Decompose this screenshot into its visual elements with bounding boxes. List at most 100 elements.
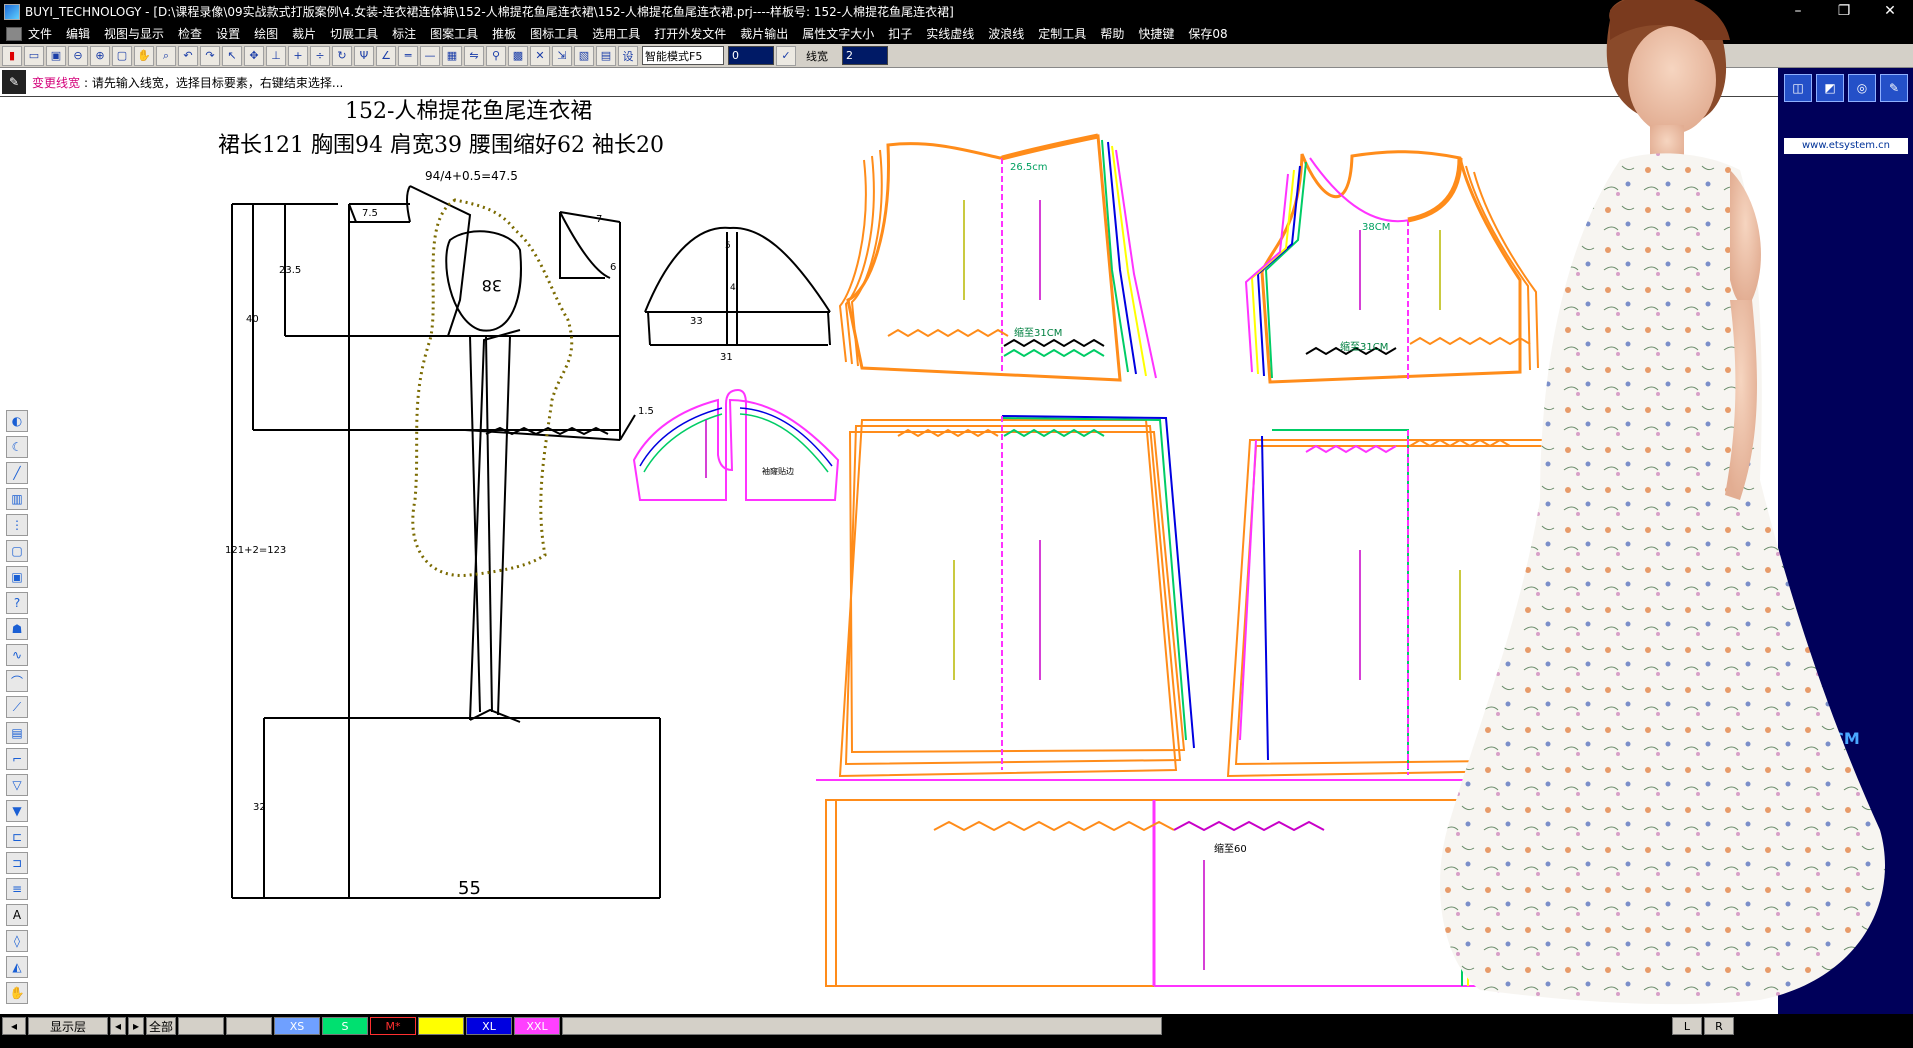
menu-annotate[interactable]: 标注 [392,25,416,42]
move-icon[interactable]: ✥ [244,45,264,66]
layer-prev-icon[interactable]: ◂ [2,1017,26,1035]
tool-blob-icon[interactable]: ☗ [6,618,28,640]
tool-text-icon[interactable]: A [6,904,28,926]
zoom-out-icon[interactable]: ⊖ [68,45,88,66]
tool-save-icon[interactable]: ▤ [6,722,28,744]
color-icon[interactable]: ▩ [508,45,528,66]
menu-check[interactable]: 检查 [178,25,202,42]
tool-lines-icon[interactable]: ≡ [6,878,28,900]
layer-right-icon[interactable]: ▸ [128,1017,144,1035]
angle-icon[interactable]: ∠ [376,45,396,66]
menu-open-external[interactable]: 打开外发文件 [654,25,726,42]
drafting-canvas[interactable]: 152-人棉提花鱼尾连衣裙 裙长121 胸围94 肩宽39 腰围缩好62 袖长2… [0,97,1913,1014]
size-l[interactable] [418,1017,464,1035]
menu-slash-spread[interactable]: 切展工具 [330,25,378,42]
tool-wave-icon[interactable]: ∿ [6,644,28,666]
close-button[interactable]: ✕ [1867,0,1913,23]
tool-funnel-icon[interactable]: ▽ [6,774,28,796]
menu-help[interactable]: 帮助 [1100,25,1124,42]
pan-hand-icon[interactable]: ✋ [134,45,154,66]
blank-size-cell[interactable] [178,1017,224,1035]
tool-square-icon[interactable]: ▢ [6,540,28,562]
mode-select[interactable]: 智能模式F5 [642,46,724,65]
parallel-icon[interactable]: ═ [398,45,418,66]
rp-tool-1-icon[interactable]: ◫ [1784,74,1812,102]
new-file-icon[interactable]: ▮ [2,45,22,66]
menu-wave-line[interactable]: 波浪线 [988,25,1024,42]
tool-marker-icon[interactable]: ◊ [6,930,28,952]
tool-pen-icon[interactable]: ╱ [6,462,28,484]
tool-cone-icon[interactable]: ◭ [6,956,28,978]
zoom-window-icon[interactable]: ⌕ [156,45,176,66]
zoom-in-icon[interactable]: ⊕ [90,45,110,66]
tool-hand-icon[interactable]: ✋ [6,982,28,1004]
rp-tool-2-icon[interactable]: ◩ [1816,74,1844,102]
document-icon[interactable] [6,26,22,41]
check-icon[interactable]: ▧ [574,45,594,66]
right-button[interactable]: R [1704,1017,1734,1035]
tool-align2-icon[interactable]: ⊐ [6,852,28,874]
split-icon[interactable]: ÷ [310,45,330,66]
menu-pattern-tools[interactable]: 图案工具 [430,25,478,42]
menu-settings[interactable]: 设置 [216,25,240,42]
menu-icon-tools[interactable]: 图标工具 [530,25,578,42]
value-input[interactable]: 0 [728,46,774,65]
line-icon[interactable]: — [420,45,440,66]
menu-grading[interactable]: 推板 [492,25,516,42]
undo-icon[interactable]: ↶ [178,45,198,66]
tool-box-icon[interactable]: ▣ [6,566,28,588]
menu-custom-tools[interactable]: 定制工具 [1038,25,1086,42]
tool-align-icon[interactable]: ⊏ [6,826,28,848]
blank-size-cell-2[interactable] [226,1017,272,1035]
size-m-base[interactable]: M* [370,1017,416,1035]
tool-arch-icon[interactable]: ⌒ [6,670,28,692]
tool-split-icon[interactable]: ⋮ [6,514,28,536]
tool-corner-icon[interactable]: ⌐ [6,748,28,770]
menu-attr-font-size[interactable]: 属性文字大小 [802,25,874,42]
rp-tool-4-icon[interactable]: ✎ [1880,74,1908,102]
redo-icon[interactable]: ↷ [200,45,220,66]
select-arrow-icon[interactable]: ↖ [222,45,242,66]
size-xxl[interactable]: XXL [514,1017,560,1035]
menu-view[interactable]: 视图与显示 [104,25,164,42]
measure-icon[interactable]: ⇲ [552,45,572,66]
size-xl[interactable]: XL [466,1017,512,1035]
set-button[interactable]: 设 [618,45,638,66]
mirror-icon[interactable]: ⇋ [464,45,484,66]
tool-curve-icon[interactable]: ☾ [6,436,28,458]
ruler-icon[interactable]: ⊥ [266,45,286,66]
add-point-icon[interactable]: + [288,45,308,66]
layer-left-icon[interactable]: ◂ [110,1017,126,1035]
menu-piece-output[interactable]: 裁片输出 [740,25,788,42]
save-icon[interactable]: ▣ [46,45,66,66]
fork-icon[interactable]: Ψ [354,45,374,66]
tool-slope-icon[interactable]: ⟋ [6,696,28,718]
grade-icon[interactable]: ⚲ [486,45,506,66]
fit-screen-icon[interactable]: ▢ [112,45,132,66]
tool-shape-icon[interactable]: ◐ [6,410,28,432]
rotate-icon[interactable]: ↻ [332,45,352,66]
restore-button[interactable]: ❐ [1821,0,1867,23]
left-button[interactable]: L [1672,1017,1702,1035]
blocks-icon[interactable]: ▦ [442,45,462,66]
open-file-icon[interactable]: ▭ [24,45,44,66]
size-s[interactable]: S [322,1017,368,1035]
tool-question-icon[interactable]: ? [6,592,28,614]
line-width-input[interactable]: 2 [842,46,888,65]
menu-save08[interactable]: 保存08 [1188,25,1227,42]
menu-select-tools[interactable]: 选用工具 [592,25,640,42]
grid-icon[interactable]: ▤ [596,45,616,66]
tool-funnel2-icon[interactable]: ▼ [6,800,28,822]
menu-cut-piece[interactable]: 裁片 [292,25,316,42]
pin-icon[interactable]: ✕ [530,45,550,66]
menu-solid-dashed[interactable]: 实线虚线 [926,25,974,42]
minimize-button[interactable]: – [1775,0,1821,23]
tool-frame-icon[interactable]: ▥ [6,488,28,510]
menu-draw[interactable]: 绘图 [254,25,278,42]
menu-shortcuts[interactable]: 快捷键 [1138,25,1174,42]
menu-edit[interactable]: 编辑 [66,25,90,42]
menu-buttons[interactable]: 扣子 [888,25,912,42]
apply-icon[interactable]: ✓ [776,45,796,66]
menu-file[interactable]: 文件 [28,25,52,42]
size-xs[interactable]: XS [274,1017,320,1035]
